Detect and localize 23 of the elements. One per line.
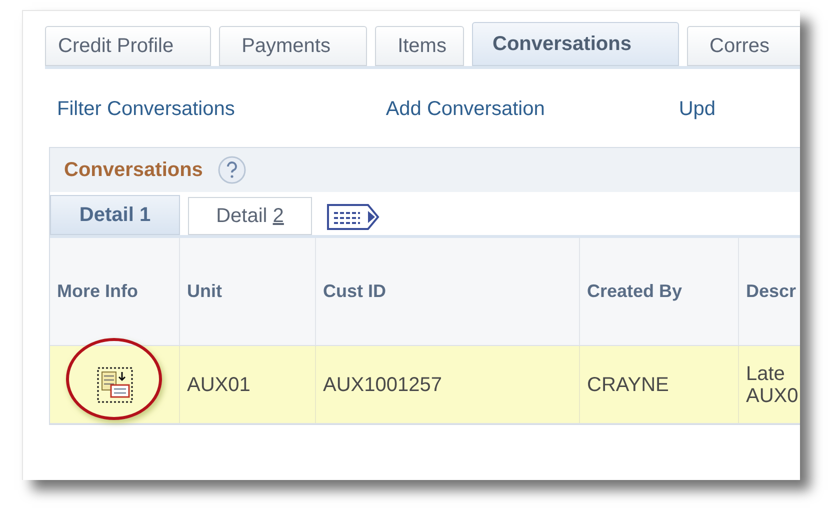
column-header: More Info bbox=[50, 238, 180, 345]
column-header: Cust ID bbox=[316, 238, 580, 345]
tab[interactable]: Corres bbox=[686, 26, 800, 66]
link[interactable]: Upd bbox=[678, 99, 716, 119]
table-cell: Late AUX0 bbox=[739, 346, 800, 423]
detail-tab[interactable]: Detail 2 bbox=[188, 197, 312, 235]
link[interactable]: Filter Conversations bbox=[57, 99, 235, 119]
show-all-columns-icon[interactable] bbox=[326, 203, 380, 231]
help-icon[interactable] bbox=[216, 155, 247, 185]
tab[interactable]: Credit Profile bbox=[45, 26, 211, 66]
details-icon[interactable] bbox=[96, 366, 132, 402]
link[interactable]: Add Conversation bbox=[386, 99, 545, 119]
tab[interactable]: Items bbox=[374, 26, 464, 66]
column-header: Descr bbox=[739, 238, 800, 345]
column-header: Created By bbox=[580, 238, 739, 345]
column-header: Unit bbox=[180, 238, 316, 345]
table-cell: AUX1001257 bbox=[316, 346, 580, 423]
tab[interactable]: Conversations bbox=[472, 22, 679, 66]
detail-tab[interactable]: Detail 1 bbox=[50, 195, 180, 235]
grid-title: Conversations bbox=[64, 158, 203, 183]
tab[interactable]: Payments bbox=[218, 26, 367, 66]
table-cell: CRAYNE bbox=[580, 346, 739, 423]
table-cell: AUX01 bbox=[180, 346, 316, 423]
